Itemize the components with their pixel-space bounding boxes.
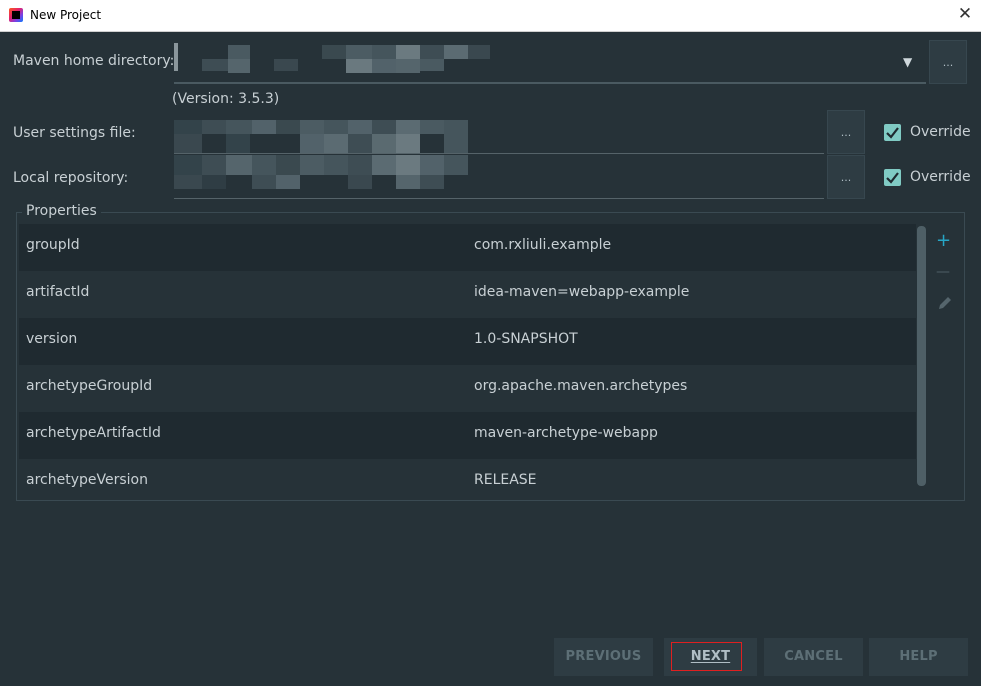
local-repo-label: Local repository: bbox=[13, 170, 129, 186]
focus-ring bbox=[671, 642, 742, 671]
close-icon[interactable]: ✕ bbox=[956, 5, 974, 23]
user-settings-browse-button[interactable]: ... bbox=[827, 110, 865, 154]
maven-home-browse-button[interactable]: ... bbox=[929, 40, 967, 84]
local-repo-underline bbox=[174, 198, 824, 199]
intellij-idea-icon bbox=[9, 8, 23, 22]
table-row[interactable]: groupId com.rxliuli.example bbox=[19, 224, 916, 271]
edit-pencil-icon[interactable] bbox=[937, 295, 953, 315]
remove-icon[interactable]: — bbox=[936, 263, 950, 281]
properties-legend: Properties bbox=[22, 203, 101, 219]
previous-button[interactable]: PREVIOUS bbox=[554, 638, 653, 676]
property-value: 1.0-SNAPSHOT bbox=[474, 331, 578, 347]
user-settings-override-checkbox[interactable] bbox=[884, 124, 901, 141]
help-button[interactable]: HELP bbox=[869, 638, 968, 676]
table-row[interactable]: artifactId idea-maven=webapp-example bbox=[19, 271, 916, 318]
next-button[interactable]: NEXT bbox=[664, 638, 757, 676]
property-key: version bbox=[26, 331, 78, 347]
properties-table: groupId com.rxliuli.example artifactId i… bbox=[19, 224, 916, 495]
maven-home-label: Maven home directory: bbox=[13, 53, 175, 69]
table-row[interactable]: version 1.0-SNAPSHOT bbox=[19, 318, 916, 365]
maven-home-underline bbox=[174, 82, 926, 84]
redacted-path-mosaic bbox=[174, 120, 468, 154]
user-settings-label: User settings file: bbox=[13, 125, 136, 141]
user-settings-field[interactable] bbox=[174, 110, 824, 154]
property-key: archetypeGroupId bbox=[26, 378, 153, 394]
title-bar: New Project ✕ bbox=[0, 0, 981, 32]
checkmark-icon bbox=[886, 127, 899, 139]
user-settings-override-label: Override bbox=[910, 124, 971, 140]
local-repo-field[interactable] bbox=[174, 155, 824, 199]
checkmark-icon bbox=[886, 172, 899, 184]
property-value: org.apache.maven.archetypes bbox=[474, 378, 688, 394]
table-row[interactable]: archetypeArtifactId maven-archetype-weba… bbox=[19, 412, 916, 459]
property-key: groupId bbox=[26, 237, 80, 253]
property-key: artifactId bbox=[26, 284, 90, 300]
property-value: com.rxliuli.example bbox=[474, 237, 612, 253]
maven-version-text: (Version: 3.5.3) bbox=[172, 91, 280, 107]
redacted-path-mosaic bbox=[174, 155, 468, 189]
property-value: RELEASE bbox=[474, 472, 537, 488]
chevron-down-icon[interactable]: ▼ bbox=[903, 55, 912, 69]
local-repo-override-checkbox[interactable] bbox=[884, 169, 901, 186]
local-repo-browse-button[interactable]: ... bbox=[827, 155, 865, 199]
table-row[interactable]: archetypeVersion RELEASE bbox=[19, 459, 916, 495]
local-repo-override-label: Override bbox=[910, 169, 971, 185]
property-key: archetypeArtifactId bbox=[26, 425, 161, 441]
property-value: maven-archetype-webapp bbox=[474, 425, 658, 441]
maven-home-combobox[interactable] bbox=[174, 40, 926, 84]
table-row[interactable]: archetypeGroupId org.apache.maven.archet… bbox=[19, 365, 916, 412]
cancel-button[interactable]: CANCEL bbox=[764, 638, 863, 676]
property-value: idea-maven=webapp-example bbox=[474, 284, 690, 300]
property-key: archetypeVersion bbox=[26, 472, 148, 488]
window-title: New Project bbox=[30, 8, 102, 22]
properties-scrollbar[interactable] bbox=[917, 226, 926, 486]
add-icon[interactable]: + bbox=[936, 232, 951, 250]
user-settings-underline bbox=[174, 153, 824, 154]
redacted-path-mosaic bbox=[174, 43, 490, 73]
